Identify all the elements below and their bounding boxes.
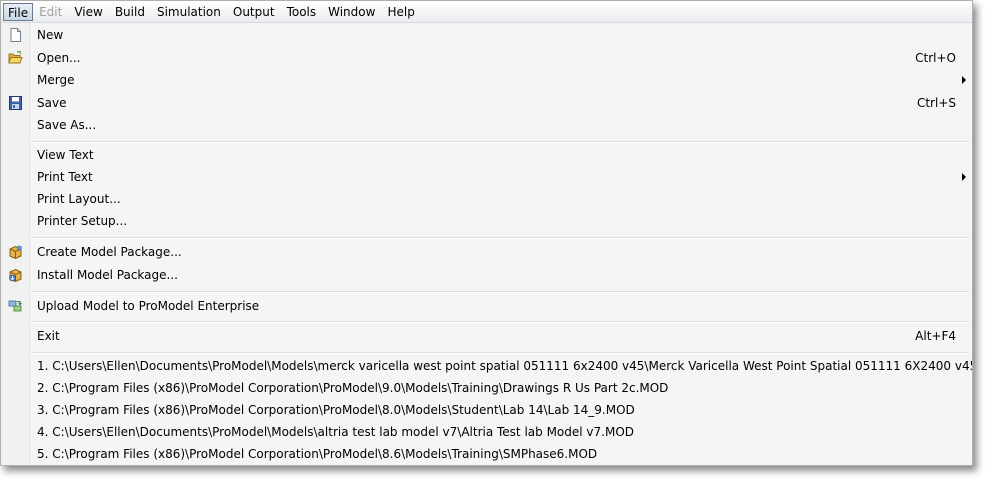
open-folder-icon <box>8 51 23 64</box>
menu-item-label: Open... <box>37 51 81 65</box>
shortcut-label: Ctrl+O <box>915 51 956 65</box>
menu-bar: File Edit View Build Simulation Output T… <box>1 1 972 23</box>
file-dropdown-menu: New Open... Ctrl+O Merge Save Ctrl+S Sav… <box>1 23 972 465</box>
install-package-icon <box>9 268 22 282</box>
application-window: File Edit View Build Simulation Output T… <box>0 0 973 466</box>
recent-file-label: 4. C:\Users\Ellen\Documents\ProModel\Mod… <box>37 425 634 439</box>
menu-simulation[interactable]: Simulation <box>151 3 227 21</box>
menu-item-label: Merge <box>37 73 75 87</box>
menu-item-open[interactable]: Open... Ctrl+O <box>1 47 972 69</box>
menu-tools[interactable]: Tools <box>281 3 323 21</box>
recent-file-label: 2. C:\Program Files (x86)\ProModel Corpo… <box>37 381 669 395</box>
menu-item-exit[interactable]: Exit Alt+F4 <box>1 325 972 347</box>
menu-file[interactable]: File <box>3 2 34 21</box>
recent-file-label: 1. C:\Users\Ellen\Documents\ProModel\Mod… <box>37 359 973 373</box>
recent-file-label: 3. C:\Program Files (x86)\ProModel Corpo… <box>37 403 635 417</box>
recent-file-item[interactable]: 3. C:\Program Files (x86)\ProModel Corpo… <box>1 399 972 421</box>
package-icon <box>9 245 22 259</box>
menu-item-save-as[interactable]: Save As... <box>1 114 972 136</box>
menu-item-label: Upload Model to ProModel Enterprise <box>37 299 260 313</box>
submenu-arrow-icon <box>962 76 966 84</box>
recent-file-label: 5. C:\Program Files (x86)\ProModel Corpo… <box>37 447 598 461</box>
recent-file-item[interactable]: 5. C:\Program Files (x86)\ProModel Corpo… <box>1 443 972 465</box>
menu-edit[interactable]: Edit <box>33 3 68 21</box>
menu-item-create-model-package[interactable]: Create Model Package... <box>1 241 972 263</box>
recent-file-item[interactable]: 4. C:\Users\Ellen\Documents\ProModel\Mod… <box>1 421 972 443</box>
menu-output[interactable]: Output <box>227 3 281 21</box>
recent-file-item[interactable]: 2. C:\Program Files (x86)\ProModel Corpo… <box>1 377 972 399</box>
menu-separator <box>31 352 970 354</box>
menu-build[interactable]: Build <box>109 3 151 21</box>
shortcut-label: Alt+F4 <box>915 329 956 343</box>
menu-item-new[interactable]: New <box>1 24 972 46</box>
menu-item-print-layout[interactable]: Print Layout... <box>1 188 972 210</box>
menu-separator <box>31 321 970 323</box>
menu-item-save[interactable]: Save Ctrl+S <box>1 92 972 114</box>
menu-item-install-model-package[interactable]: Install Model Package... <box>1 264 972 286</box>
menu-item-merge[interactable]: Merge <box>1 69 972 91</box>
menu-separator <box>31 141 970 143</box>
menu-item-label: Print Text <box>37 170 93 184</box>
submenu-arrow-icon <box>962 173 966 181</box>
menu-separator <box>31 237 970 239</box>
menu-item-label: Install Model Package... <box>37 268 178 282</box>
menu-item-label: Exit <box>37 329 60 343</box>
upload-icon <box>8 300 22 312</box>
menu-item-label: Printer Setup... <box>37 214 128 228</box>
menu-help[interactable]: Help <box>381 3 420 21</box>
menu-item-label: Print Layout... <box>37 192 121 206</box>
shortcut-label: Ctrl+S <box>916 96 956 110</box>
menu-item-print-text[interactable]: Print Text <box>1 166 972 188</box>
menu-item-printer-setup[interactable]: Printer Setup... <box>1 210 972 232</box>
new-document-icon <box>10 28 21 42</box>
recent-file-item[interactable]: 1. C:\Users\Ellen\Documents\ProModel\Mod… <box>1 355 972 377</box>
menu-item-label: View Text <box>37 148 94 162</box>
menu-item-upload-model[interactable]: Upload Model to ProModel Enterprise <box>1 295 972 317</box>
menu-item-label: Save <box>37 96 67 110</box>
menu-item-label: Create Model Package... <box>37 245 182 259</box>
menu-view[interactable]: View <box>68 3 108 21</box>
menu-item-label: New <box>37 28 64 42</box>
menu-separator <box>31 291 970 293</box>
menu-item-label: Save As... <box>37 118 97 132</box>
floppy-disk-icon <box>9 96 22 110</box>
menu-item-view-text[interactable]: View Text <box>1 144 972 166</box>
menu-window[interactable]: Window <box>322 3 381 21</box>
